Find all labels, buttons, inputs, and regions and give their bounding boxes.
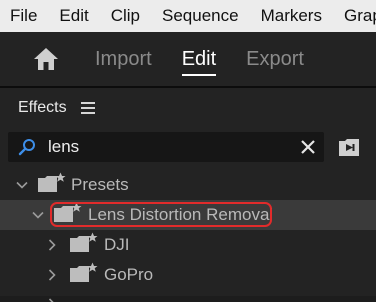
chevron-right-icon[interactable]: [46, 239, 58, 251]
home-button[interactable]: [30, 44, 62, 74]
tree-label: GoPro: [104, 265, 154, 284]
menu-clip[interactable]: Clip: [100, 0, 151, 32]
home-icon: [34, 48, 58, 70]
menu-file[interactable]: File: [0, 0, 48, 32]
tree-item-dji[interactable]: DJI: [0, 230, 376, 260]
tab-edit[interactable]: Edit: [167, 32, 231, 86]
chevron-right-icon[interactable]: [46, 298, 58, 302]
tree-item-presets[interactable]: Presets: [0, 170, 376, 200]
workspace-bar: Import Edit Export: [0, 32, 376, 86]
search-row: [0, 130, 376, 164]
menu-markers[interactable]: Markers: [250, 0, 333, 32]
menu-edit[interactable]: Edit: [48, 0, 99, 32]
menu-sequence[interactable]: Sequence: [151, 0, 250, 32]
annotation-highlight-box: [50, 202, 272, 227]
panel-header: Effects: [0, 88, 376, 128]
effects-panel: Effects lens Presets Lens Distortion Rem…: [0, 88, 376, 302]
preset-folder-icon: [70, 232, 98, 252]
search-icon: [18, 139, 35, 156]
search-input[interactable]: [48, 135, 288, 159]
tree-label: Presets: [71, 175, 129, 194]
preset-folder-icon: [38, 172, 66, 192]
chevron-right-icon[interactable]: [46, 269, 58, 281]
tree-item-lens-distortion-removal[interactable]: Lens Distortion Removal: [0, 200, 376, 230]
menu-graphics[interactable]: Grap: [333, 0, 376, 32]
new-custom-bin-icon[interactable]: [337, 135, 361, 159]
tree-label: DJI: [104, 235, 130, 254]
tab-export[interactable]: Export: [231, 32, 319, 86]
tree-item-partial[interactable]: [0, 290, 376, 302]
chevron-down-icon[interactable]: [16, 179, 28, 191]
panel-title[interactable]: Effects: [18, 99, 67, 117]
tree-item-gopro[interactable]: GoPro: [0, 260, 376, 290]
preset-folder-icon: [70, 262, 98, 282]
tab-import[interactable]: Import: [80, 32, 167, 86]
hamburger-menu-icon[interactable]: [80, 102, 95, 114]
menu-bar: File Edit Clip Sequence Markers Grap: [0, 0, 376, 32]
search-box[interactable]: [8, 132, 324, 162]
chevron-down-icon[interactable]: [32, 209, 44, 221]
close-icon[interactable]: [300, 139, 316, 155]
